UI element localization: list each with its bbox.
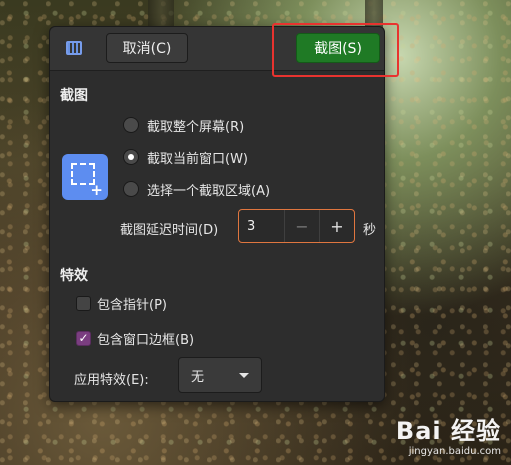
apply-effect-label: 应用特效(E): xyxy=(74,373,149,388)
decrement-button[interactable]: − xyxy=(284,210,319,242)
delay-unit-label: 秒 xyxy=(363,223,377,238)
radio-current-window[interactable]: 截取当前窗口(W) xyxy=(123,147,248,167)
watermark-site: jingyan.baidu.com xyxy=(408,446,501,457)
radio-button[interactable] xyxy=(123,181,139,197)
radio-button[interactable] xyxy=(123,149,139,165)
checkbox-checked[interactable]: ✓ xyxy=(76,330,91,346)
effects-section-title: 特效 xyxy=(60,268,88,284)
delay-spinbutton[interactable]: 3 − + xyxy=(238,209,355,243)
screenshot-app-icon xyxy=(66,41,82,55)
radio-select-area[interactable]: 选择一个截取区域(A) xyxy=(123,179,270,199)
checkbox-label: 包含窗口边框(B) xyxy=(97,332,195,348)
capture-section-title: 截图 xyxy=(60,88,88,104)
include-pointer-option[interactable]: 包含指针(P) xyxy=(76,293,167,313)
apply-effect-value: 无 xyxy=(191,369,205,385)
chevron-down-icon xyxy=(239,372,249,378)
radio-label: 截取当前窗口(W) xyxy=(147,151,248,167)
watermark: Bai 经验 jingyan.baidu.com xyxy=(396,411,501,457)
apply-effect-dropdown[interactable]: 无 xyxy=(178,357,262,393)
checkbox-label: 包含指针(P) xyxy=(97,297,167,313)
increment-button[interactable]: + xyxy=(319,210,354,242)
watermark-logo: Bai 经验 xyxy=(395,417,501,445)
delay-label: 截图延迟时间(D) xyxy=(120,223,219,238)
radio-button[interactable] xyxy=(123,117,139,133)
radio-whole-screen[interactable]: 截取整个屏幕(R) xyxy=(123,115,244,135)
include-border-option[interactable]: ✓ 包含窗口边框(B) xyxy=(76,328,194,348)
screenshot-dialog: 取消(C) 截图(S) 截图 + 截取整个屏幕(R) 截取当前窗口(W) 选择一… xyxy=(49,26,385,402)
radio-label: 截取整个屏幕(R) xyxy=(147,119,245,135)
highlight-annotation-box xyxy=(272,23,399,77)
radio-label: 选择一个截取区域(A) xyxy=(147,183,271,199)
cancel-button[interactable]: 取消(C) xyxy=(106,33,188,63)
checkbox[interactable] xyxy=(76,295,91,311)
select-area-icon: + xyxy=(62,154,108,200)
delay-value-input[interactable]: 3 xyxy=(239,210,284,242)
